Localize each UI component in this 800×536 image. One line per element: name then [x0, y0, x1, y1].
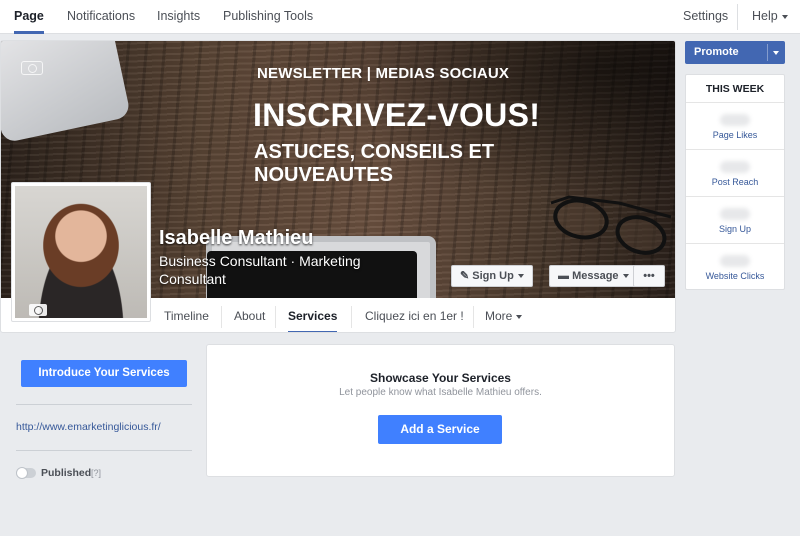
glasses-image — [550, 195, 672, 255]
tab-timeline[interactable]: Timeline — [164, 300, 209, 332]
divider — [16, 404, 192, 405]
tab-more[interactable]: More — [485, 300, 523, 332]
website-link[interactable]: http://www.emarketinglicious.fr/ — [16, 421, 161, 433]
blurred-value — [720, 255, 750, 267]
profile-picture[interactable] — [11, 182, 151, 322]
tab-divider — [221, 306, 222, 328]
add-service-button[interactable]: Add a Service — [378, 415, 502, 444]
chevron-down-icon — [781, 14, 788, 19]
cover-headline-sub: ASTUCES, CONSEILS ET NOUVEAUTES — [254, 141, 495, 186]
stat-website-clicks[interactable]: Website Clicks — [686, 245, 784, 291]
pencil-icon: ✎ — [460, 270, 470, 282]
tab-divider — [351, 306, 352, 328]
page-category: Business Consultant · Marketing Consulta… — [159, 253, 361, 287]
cover-headline-small: NEWSLETTER | MEDIAS SOCIAUX — [257, 65, 510, 82]
blurred-value — [720, 161, 750, 173]
stat-sign-up[interactable]: Sign Up — [686, 198, 784, 244]
stat-label: Page Likes — [712, 130, 758, 140]
published-toggle[interactable] — [16, 467, 36, 479]
page-title[interactable]: Isabelle Mathieu — [159, 227, 314, 250]
chevron-down-icon — [517, 274, 524, 279]
stat-label: Website Clicks — [705, 271, 765, 281]
settings-link[interactable]: Settings — [683, 0, 728, 34]
divider — [16, 450, 192, 451]
laptop-image — [1, 41, 132, 144]
blurred-value — [720, 208, 750, 220]
avatar — [15, 186, 147, 318]
message-icon: ▬ — [558, 270, 569, 282]
tab-custom[interactable]: Cliquez ici en 1er ! — [365, 300, 464, 332]
showcase-subtitle: Let people know what Isabelle Mathieu of… — [339, 387, 542, 398]
tab-notifications[interactable]: Notifications — [67, 0, 135, 34]
stat-label: Sign Up — [718, 224, 752, 234]
blurred-value — [720, 114, 750, 126]
camera-icon[interactable] — [29, 304, 47, 316]
showcase-title: Showcase Your Services — [370, 371, 511, 385]
help-icon[interactable]: [?] — [91, 468, 101, 478]
button-divider — [767, 44, 768, 61]
sign-up-label: Sign Up — [472, 270, 514, 282]
tab-insights[interactable]: Insights — [157, 0, 200, 34]
stat-post-reach[interactable]: Post Reach — [686, 151, 784, 197]
promote-button[interactable]: Promote — [685, 41, 785, 64]
tab-divider — [473, 306, 474, 328]
sign-up-button[interactable]: ✎ Sign Up — [451, 265, 533, 287]
stat-label: Post Reach — [711, 177, 759, 187]
promote-label: Promote — [694, 46, 739, 58]
message-button[interactable]: ▬ Message — [549, 265, 638, 287]
this-week-panel: THIS WEEK Page Likes Post Reach Sign Up … — [685, 74, 785, 290]
help-menu[interactable]: Help — [752, 0, 788, 34]
cover-headline-large: INSCRIVEZ-VOUS! — [253, 97, 541, 133]
published-label: Published — [41, 467, 92, 479]
camera-icon[interactable] — [21, 61, 43, 75]
message-label: Message — [572, 270, 619, 282]
tab-services[interactable]: Services — [288, 300, 338, 332]
tab-page[interactable]: Page — [14, 0, 44, 34]
tab-about[interactable]: About — [234, 300, 265, 332]
tab-publishing-tools[interactable]: Publishing Tools — [223, 0, 313, 34]
nav-divider — [737, 4, 738, 30]
more-options-button[interactable]: ••• — [633, 265, 665, 287]
chevron-down-icon[interactable] — [773, 51, 779, 55]
tab-divider — [275, 306, 276, 328]
stat-page-likes[interactable]: Page Likes — [686, 104, 784, 150]
help-label: Help — [752, 9, 778, 23]
this-week-title: THIS WEEK — [686, 75, 784, 103]
introduce-services-button[interactable]: Introduce Your Services — [21, 360, 187, 387]
page-top-nav: Page Notifications Insights Publishing T… — [0, 0, 800, 34]
showcase-services-card: Showcase Your Services Let people know w… — [206, 344, 675, 477]
chevron-down-icon — [516, 314, 523, 319]
chevron-down-icon — [622, 274, 629, 279]
more-label: More — [485, 309, 513, 323]
